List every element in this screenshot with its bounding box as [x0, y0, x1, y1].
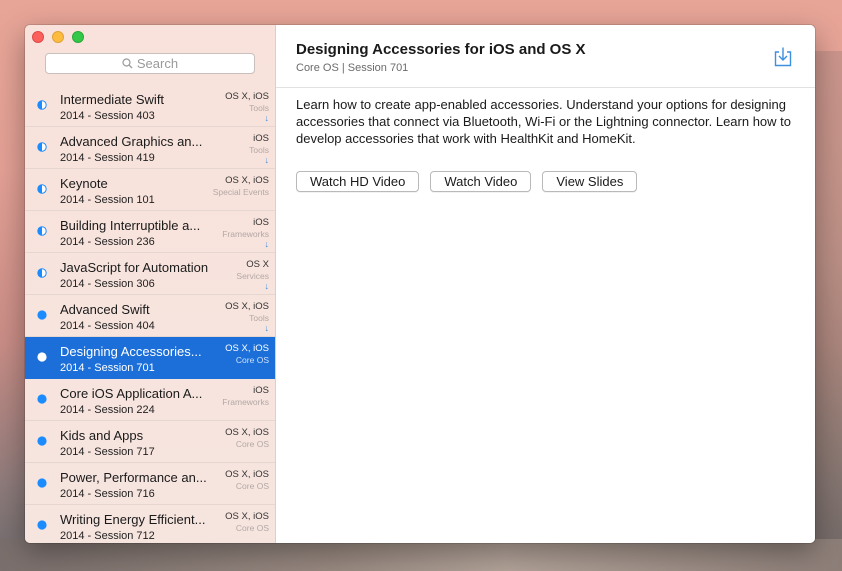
- watch-video-button[interactable]: Watch Video: [430, 171, 532, 192]
- search-icon: [122, 58, 133, 69]
- session-track: Tools: [249, 145, 269, 155]
- session-row[interactable]: Kids and Apps 2014 - Session 717 OS X, iOS…: [25, 421, 275, 463]
- unwatched-icon: [37, 394, 47, 404]
- session-row[interactable]: Intermediate Swift 2014 - Session 403 OS X…: [25, 85, 275, 127]
- session-row[interactable]: Power, Performance an... 2014 - Session 7…: [25, 463, 275, 505]
- session-number: 2014 - Session 701: [60, 362, 155, 374]
- downloaded-arrow-icon: ↓: [264, 323, 270, 333]
- session-description: Learn how to create app-enabled accessor…: [296, 97, 791, 146]
- session-track: Services: [236, 271, 269, 281]
- session-row[interactable]: Advanced Graphics an... 2014 - Session 41…: [25, 127, 275, 169]
- session-track: Core OS: [235, 355, 269, 365]
- unwatched-icon: [37, 520, 47, 530]
- session-track: Tools: [249, 103, 269, 113]
- session-platform: OS X, iOS: [225, 343, 269, 354]
- search-input[interactable]: Search: [45, 53, 255, 74]
- app-window: Search Intermediate Swift 2014 - Session …: [25, 25, 815, 543]
- session-platform: OS X, iOS: [225, 301, 269, 312]
- downloaded-arrow-icon: ↓: [264, 239, 270, 249]
- session-title: Designing Accessories...: [60, 344, 202, 359]
- session-title: Intermediate Swift: [60, 92, 165, 107]
- session-platform: iOS: [253, 133, 269, 144]
- session-title: Power, Performance an...: [60, 470, 207, 485]
- session-title: Core iOS Application A...: [60, 386, 203, 401]
- session-platform: OS X, iOS: [225, 427, 269, 438]
- session-number: 2014 - Session 717: [60, 446, 155, 458]
- session-track: Frameworks: [222, 397, 269, 407]
- session-list: Intermediate Swift 2014 - Session 403 OS X…: [25, 85, 275, 543]
- session-title: Keynote: [60, 176, 108, 191]
- session-number: 2014 - Session 403: [60, 110, 155, 122]
- session-row[interactable]: Building Interruptible a... 2014 - Sessio…: [25, 211, 275, 253]
- session-track: Core OS: [235, 481, 269, 491]
- session-track: Tools: [249, 313, 269, 323]
- downloaded-arrow-icon: ↓: [264, 281, 270, 291]
- session-number: 2014 - Session 712: [60, 530, 155, 542]
- search-placeholder: Search: [136, 56, 179, 71]
- unwatched-icon: [37, 310, 47, 320]
- session-title: Advanced Swift: [60, 302, 150, 317]
- desktop-foreground: [0, 539, 842, 571]
- detail-title: Designing Accessories for iOS and OS X: [296, 41, 586, 58]
- action-buttons: Watch HD Video Watch Video View Slides: [296, 171, 638, 192]
- session-track: Special Events: [212, 187, 269, 197]
- detail-pane: Designing Accessories for iOS and OS X C…: [276, 25, 815, 543]
- session-platform: OS X: [246, 259, 269, 270]
- session-number: 2014 - Session 236: [60, 236, 155, 248]
- session-number: 2014 - Session 101: [60, 194, 155, 206]
- traffic-lights: [32, 31, 84, 43]
- session-number: 2014 - Session 224: [60, 404, 155, 416]
- session-row[interactable]: Core iOS Application A... 2014 - Session …: [25, 379, 275, 421]
- close-window-button[interactable]: [32, 31, 44, 43]
- session-title: Building Interruptible a...: [60, 218, 201, 233]
- session-number: 2014 - Session 716: [60, 488, 155, 500]
- minimize-window-button[interactable]: [52, 31, 64, 43]
- unwatched-icon: [37, 352, 47, 362]
- download-button[interactable]: [771, 45, 795, 69]
- session-title: Writing Energy Efficient...: [60, 512, 206, 527]
- session-row[interactable]: Writing Energy Efficient... 2014 - Sessio…: [25, 505, 275, 543]
- session-platform: iOS: [253, 217, 269, 228]
- partially-watched-icon: [37, 100, 47, 110]
- session-platform: OS X, iOS: [225, 91, 269, 102]
- partially-watched-icon: [37, 184, 47, 194]
- unwatched-icon: [37, 478, 47, 488]
- partially-watched-icon: [37, 268, 47, 278]
- session-number: 2014 - Session 404: [60, 320, 155, 332]
- session-number: 2014 - Session 306: [60, 278, 155, 290]
- partially-watched-icon: [37, 226, 47, 236]
- unwatched-icon: [37, 436, 47, 446]
- watch-hd-video-button[interactable]: Watch HD Video: [296, 171, 420, 192]
- session-number: 2014 - Session 419: [60, 152, 155, 164]
- session-track: Core OS: [235, 439, 269, 449]
- session-row[interactable]: Keynote 2014 - Session 101 OS X, iOS Specia…: [25, 169, 275, 211]
- session-title: JavaScript for Automation: [60, 260, 209, 275]
- session-platform: OS X, iOS: [225, 511, 269, 522]
- partially-watched-icon: [37, 142, 47, 152]
- session-row[interactable]: Advanced Swift 2014 - Session 404 OS X, iO…: [25, 295, 275, 337]
- sidebar: Search Intermediate Swift 2014 - Session …: [25, 25, 276, 543]
- session-track: Core OS: [235, 523, 269, 533]
- session-row[interactable]: JavaScript for Automation 2014 - Session …: [25, 253, 275, 295]
- session-platform: OS X, iOS: [225, 469, 269, 480]
- zoom-window-button[interactable]: [72, 31, 84, 43]
- session-title: Advanced Graphics an...: [60, 134, 203, 149]
- detail-subtitle: Core OS | Session 701: [296, 62, 409, 74]
- session-title: Kids and Apps: [60, 428, 144, 443]
- session-track: Frameworks: [222, 229, 269, 239]
- session-row[interactable]: Designing Accessories... 2014 - Session 7…: [25, 337, 275, 379]
- downloaded-arrow-icon: ↓: [264, 113, 270, 123]
- detail-header: Designing Accessories for iOS and OS X C…: [276, 25, 815, 88]
- session-platform: iOS: [253, 385, 269, 396]
- session-platform: OS X, iOS: [225, 175, 269, 186]
- view-slides-button[interactable]: View Slides: [542, 171, 638, 192]
- download-icon: [774, 47, 792, 67]
- downloaded-arrow-icon: ↓: [264, 155, 270, 165]
